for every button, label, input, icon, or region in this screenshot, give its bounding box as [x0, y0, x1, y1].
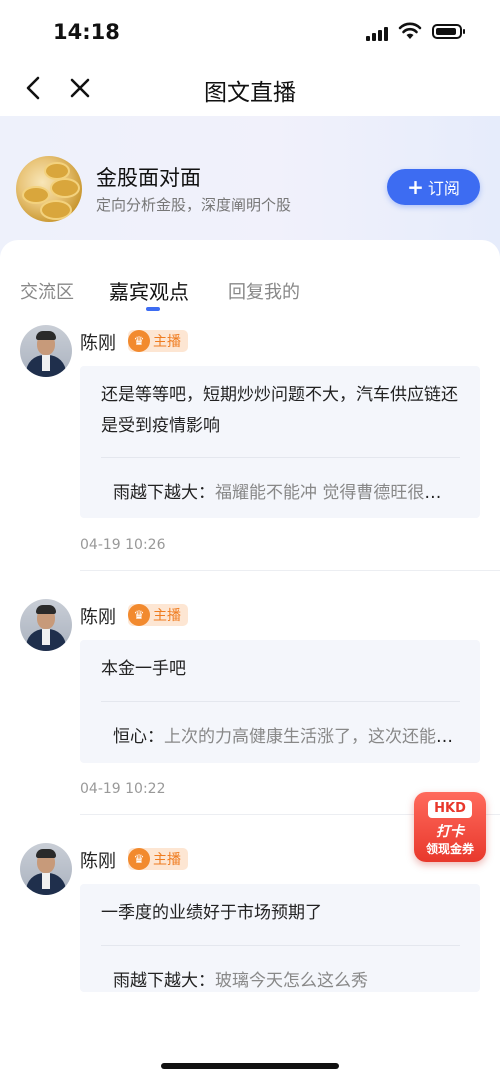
home-indicator[interactable]	[161, 1063, 339, 1069]
wifi-icon	[398, 22, 422, 39]
message-bubble: 本金一手吧 恒心：上次的力高健康生活涨了，这次还能参与吗	[80, 640, 480, 763]
author-name[interactable]: 陈刚	[80, 847, 116, 873]
crown-icon: ♛	[128, 604, 150, 626]
battery-icon	[432, 24, 465, 39]
promo-subtitle: 领现金券	[425, 842, 474, 856]
post-time: 04-19 10:26	[80, 537, 166, 553]
tab-guest-views[interactable]: 嘉宾观点	[109, 276, 189, 305]
nav-bar: 图文直播	[0, 60, 500, 116]
host-badge: ♛ 主播	[128, 604, 188, 626]
subscribe-button[interactable]: + 订阅	[387, 169, 480, 205]
quoted-reply[interactable]: 雨越下越大：玻璃今天怎么这么秀	[113, 966, 458, 991]
divider	[101, 457, 460, 458]
host-badge: ♛ 主播	[128, 330, 188, 352]
host-badge: ♛ 主播	[128, 848, 188, 870]
status-time: 14:18	[53, 20, 120, 44]
crown-icon: ♛	[128, 330, 150, 352]
plus-icon: +	[407, 175, 424, 199]
reply-text: 上次的力高健康生活涨了，这次还能参与吗	[164, 727, 458, 747]
post-time: 04-19 10:22	[80, 781, 166, 797]
message-text: 一季度的业绩好于市场预期了	[101, 903, 322, 923]
channel-description: 定向分析金股，深度阐明个股	[96, 196, 292, 214]
message-bubble: 还是等等吧，短期炒炒问题不大，汽车供应链还是受到疫情影响 雨越下越大：福耀能不能…	[80, 366, 480, 518]
divider	[80, 570, 500, 571]
quoted-reply[interactable]: 雨越下越大：福耀能不能冲 觉得曹德旺很看好	[113, 478, 458, 503]
promo-tag: HKD	[428, 800, 472, 818]
status-bar: 14:18	[0, 0, 500, 60]
subscribe-label: 订阅	[427, 179, 460, 198]
divider	[101, 701, 460, 702]
avatar[interactable]	[20, 843, 72, 895]
host-badge-label: 主播	[153, 608, 181, 624]
reply-user: 恒心：	[113, 727, 164, 747]
avatar[interactable]	[20, 325, 72, 377]
message-bubble: 一季度的业绩好于市场预期了 雨越下越大：玻璃今天怎么这么秀	[80, 884, 480, 992]
author-name[interactable]: 陈刚	[80, 603, 116, 629]
tab-active-indicator	[146, 307, 160, 311]
reply-text: 玻璃今天怎么这么秀	[215, 971, 368, 991]
reply-text: 福耀能不能冲 觉得曹德旺很看好	[215, 483, 458, 503]
reply-user: 雨越下越大：	[113, 483, 215, 503]
channel-avatar[interactable]	[16, 156, 82, 222]
reply-user: 雨越下越大：	[113, 971, 215, 991]
author-name[interactable]: 陈刚	[80, 329, 116, 355]
avatar[interactable]	[20, 599, 72, 651]
crown-icon: ♛	[128, 848, 150, 870]
tab-discussion[interactable]: 交流区	[20, 278, 74, 304]
page-title: 图文直播	[204, 80, 296, 106]
quoted-reply[interactable]: 恒心：上次的力高健康生活涨了，这次还能参与吗	[113, 722, 458, 747]
host-badge-label: 主播	[153, 852, 181, 868]
tab-replies-to-me[interactable]: 回复我的	[228, 278, 300, 304]
host-badge-label: 主播	[153, 334, 181, 350]
message-text: 本金一手吧	[101, 659, 186, 679]
promo-title: 打卡	[436, 824, 464, 840]
message-text: 还是等等吧，短期炒炒问题不大，汽车供应链还是受到疫情影响	[101, 385, 458, 436]
channel-name: 金股面对面	[96, 166, 201, 190]
divider	[101, 945, 460, 946]
tab-bar: 交流区 嘉宾观点 回复我的	[0, 278, 500, 318]
checkin-promo-button[interactable]: HKD 打卡 领现金券	[414, 792, 486, 862]
